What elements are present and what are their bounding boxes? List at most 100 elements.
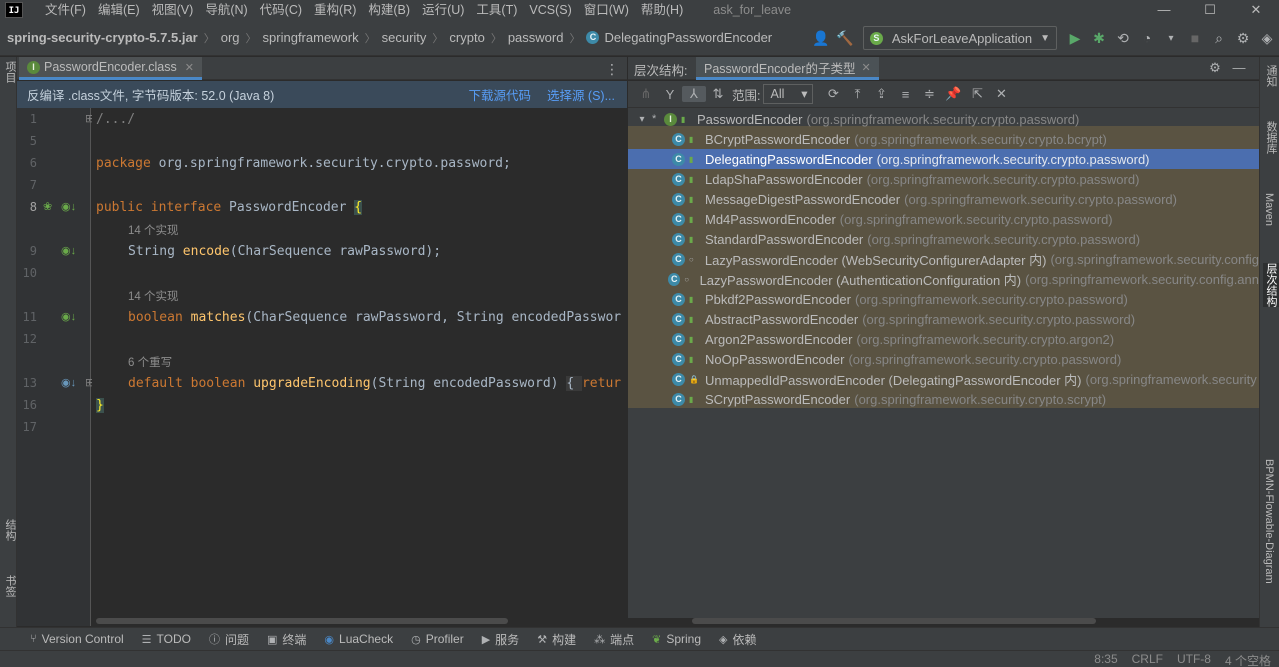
caret-position[interactable]: 8:35 xyxy=(1094,652,1117,667)
run-config-select[interactable]: S AskForLeaveApplication ▼ xyxy=(862,26,1057,50)
base-on-this-class-icon[interactable]: ⤒ xyxy=(845,86,869,102)
implemented-icon[interactable]: ◉↓ xyxy=(61,244,76,257)
database-tool-button[interactable]: 数据库 xyxy=(1263,121,1279,154)
tool-problems[interactable]: ⓘ 问题 xyxy=(209,631,249,648)
folded-import[interactable]: /.../ xyxy=(96,112,135,127)
close-icon[interactable]: ✕ xyxy=(185,61,194,74)
bookmarks-tool-button[interactable]: 书签 xyxy=(2,575,18,597)
run-icon[interactable]: ▶ xyxy=(1063,30,1087,47)
tree-item-row[interactable]: C ▮ Argon2PasswordEncoder (org.springframew… xyxy=(628,329,1259,349)
stop-icon[interactable]: ■ xyxy=(1183,30,1207,46)
tree-item-row[interactable]: C ▮ LdapShaPasswordEncoder (org.springframe… xyxy=(628,169,1259,189)
notifications-tool-button[interactable]: 通知 xyxy=(1263,65,1279,87)
menu-window[interactable]: 窗口(W) xyxy=(578,0,635,20)
search-icon[interactable]: ⌕ xyxy=(1207,30,1231,47)
folded-body[interactable]: { xyxy=(566,376,582,391)
class-hierarchy-icon[interactable]: ⋔ xyxy=(634,86,658,102)
coverage-icon[interactable]: ⟲ xyxy=(1111,30,1135,47)
hierarchy-tab-subtypes[interactable]: PasswordEncoder的子类型 ✕ xyxy=(696,57,879,80)
implemented-icon[interactable]: ◉↓ xyxy=(61,310,76,323)
tree-item-row[interactable]: C ▮ BCryptPasswordEncoder (org.springframew… xyxy=(628,129,1259,149)
open-in-new-icon[interactable]: ⇱ xyxy=(965,86,989,102)
hierarchy-horizontal-scrollbar[interactable] xyxy=(692,618,1096,624)
tree-item-row[interactable]: C ▮ SCryptPasswordEncoder (org.springframew… xyxy=(628,389,1259,409)
menu-code[interactable]: 代码(C) xyxy=(254,0,308,20)
gear-icon[interactable]: ⚙ xyxy=(1231,30,1255,47)
breadcrumb-org[interactable]: org xyxy=(221,30,240,45)
choose-sources-link[interactable]: 选择源 (S)... xyxy=(547,85,615,104)
maven-tool-button[interactable]: Maven xyxy=(1263,193,1275,226)
editor-tab-passwordencoder[interactable]: I PasswordEncoder.class ✕ xyxy=(19,57,202,80)
tree-item-row[interactable]: C ▮ AbstractPasswordEncoder (org.springfram… xyxy=(628,309,1259,329)
hierarchy-tool-button[interactable]: 层次结构 xyxy=(1263,263,1279,307)
refresh-icon[interactable]: ⟳ xyxy=(821,86,845,102)
maximize-button[interactable]: ☐ xyxy=(1187,0,1233,20)
project-tool-button[interactable]: 项目 xyxy=(2,61,18,83)
tree-item-row[interactable]: C ○ LazyPasswordEncoder (WebSecurityConfig… xyxy=(628,249,1259,269)
menu-tools[interactable]: 工具(T) xyxy=(470,0,523,20)
menu-run[interactable]: 运行(U) xyxy=(416,0,470,20)
overridden-icon[interactable]: ◉↓ xyxy=(61,376,76,389)
tool-version-control[interactable]: ⑂ Version Control xyxy=(30,632,124,646)
implementations-hint[interactable]: 14 个实现 xyxy=(128,288,179,304)
tree-item-row[interactable]: C ▮ DelegatingPasswordEncoder (org.springfr… xyxy=(628,149,1259,169)
menu-view[interactable]: 视图(V) xyxy=(146,0,200,20)
menu-edit[interactable]: 编辑(E) xyxy=(92,0,146,20)
hammer-icon[interactable]: 🔨 xyxy=(833,30,857,47)
menu-vcs[interactable]: VCS(S) xyxy=(523,0,577,20)
more-vertical-icon[interactable]: ⋮ xyxy=(605,61,619,78)
subtypes-icon[interactable]: ⅄ xyxy=(682,86,706,102)
close-window-button[interactable]: ✕ xyxy=(1233,0,1279,20)
minimize-button[interactable]: — xyxy=(1141,0,1187,20)
profile-icon[interactable]: ◔ xyxy=(1135,30,1159,46)
tree-item-row[interactable]: C ○ LazyPasswordEncoder (AuthenticationCon… xyxy=(628,269,1259,289)
overrides-hint[interactable]: 6 个重写 xyxy=(128,354,172,370)
sort-alpha-icon[interactable]: ⇅ xyxy=(706,86,730,102)
tool-luacheck[interactable]: ◉ LuaCheck xyxy=(324,632,393,646)
implemented-icon[interactable]: ◉↓ xyxy=(61,200,76,213)
minimize-icon[interactable]: — xyxy=(1227,60,1251,76)
scope-select[interactable]: All xyxy=(763,84,814,104)
indent-setting[interactable]: 4 个空格 xyxy=(1225,652,1271,667)
tree-item-row[interactable]: C ▮ Md4PasswordEncoder (org.springframework… xyxy=(628,209,1259,229)
download-sources-link[interactable]: 下载源代码 xyxy=(468,85,531,104)
tree-item-row[interactable]: C ▮ MessageDigestPasswordEncoder (org.sprin… xyxy=(628,189,1259,209)
supertypes-icon[interactable]: Y xyxy=(658,87,682,102)
breadcrumb-security[interactable]: security xyxy=(382,30,427,45)
chevron-down-icon[interactable]: ▾ xyxy=(632,114,652,125)
tool-dependencies[interactable]: ◈ 依赖 xyxy=(719,631,756,648)
tree-item-row[interactable]: C 🔒 UnmappedIdPasswordEncoder (DelegatingP… xyxy=(628,369,1259,389)
tool-services[interactable]: ▶ 服务 xyxy=(482,631,519,648)
collapse-all-icon[interactable]: ≑ xyxy=(917,86,941,102)
menu-build[interactable]: 构建(B) xyxy=(362,0,416,20)
implementations-hint[interactable]: 14 个实现 xyxy=(128,222,179,238)
tree-root-row[interactable]: ▾ * I ▮ PasswordEncoder (org.springframe… xyxy=(628,109,1259,129)
breadcrumb-crypto[interactable]: crypto xyxy=(449,30,484,45)
code-editor[interactable]: /.../ package org.springframework.securi… xyxy=(92,108,627,626)
structure-tool-button[interactable]: 结构 xyxy=(2,519,18,541)
tool-todo[interactable]: ☰ TODO xyxy=(142,632,191,646)
tree-item-row[interactable]: C ▮ Pbkdf2PasswordEncoder (org.springframew… xyxy=(628,289,1259,309)
file-encoding[interactable]: UTF-8 xyxy=(1177,652,1211,667)
menu-navigate[interactable]: 导航(N) xyxy=(199,0,253,20)
spring-bean-icon[interactable]: ❀ xyxy=(43,200,52,213)
jetbrains-icon[interactable]: ◈ xyxy=(1255,30,1279,47)
breadcrumb-jar[interactable]: spring-security-crypto-5.7.5.jar xyxy=(7,30,198,45)
gear-icon[interactable]: ⚙ xyxy=(1203,60,1227,76)
tool-terminal[interactable]: ▣ 终端 xyxy=(267,631,306,648)
debug-icon[interactable]: ✱ xyxy=(1087,30,1111,47)
tree-item-row[interactable]: C ▮ StandardPasswordEncoder (org.springfram… xyxy=(628,229,1259,249)
tool-spring[interactable]: ❦ Spring xyxy=(652,632,701,646)
breadcrumb-springframework[interactable]: springframework xyxy=(263,30,359,45)
tool-profiler[interactable]: ◷ Profiler xyxy=(411,632,464,646)
menu-help[interactable]: 帮助(H) xyxy=(635,0,689,20)
bpmn-tool-button[interactable]: BPMN-Flowable-Diagram xyxy=(1263,459,1275,584)
export-icon[interactable]: ⇪ xyxy=(869,86,893,102)
menu-refactor[interactable]: 重构(R) xyxy=(308,0,362,20)
breadcrumb-class[interactable]: DelegatingPasswordEncoder xyxy=(604,30,772,45)
tool-build[interactable]: ⚒ 构建 xyxy=(537,631,576,648)
pin-icon[interactable]: 📌 xyxy=(941,86,965,102)
line-separator[interactable]: CRLF xyxy=(1132,652,1163,667)
more-run-icon[interactable]: ▾ xyxy=(1159,33,1183,44)
close-icon[interactable]: ✕ xyxy=(861,61,870,74)
